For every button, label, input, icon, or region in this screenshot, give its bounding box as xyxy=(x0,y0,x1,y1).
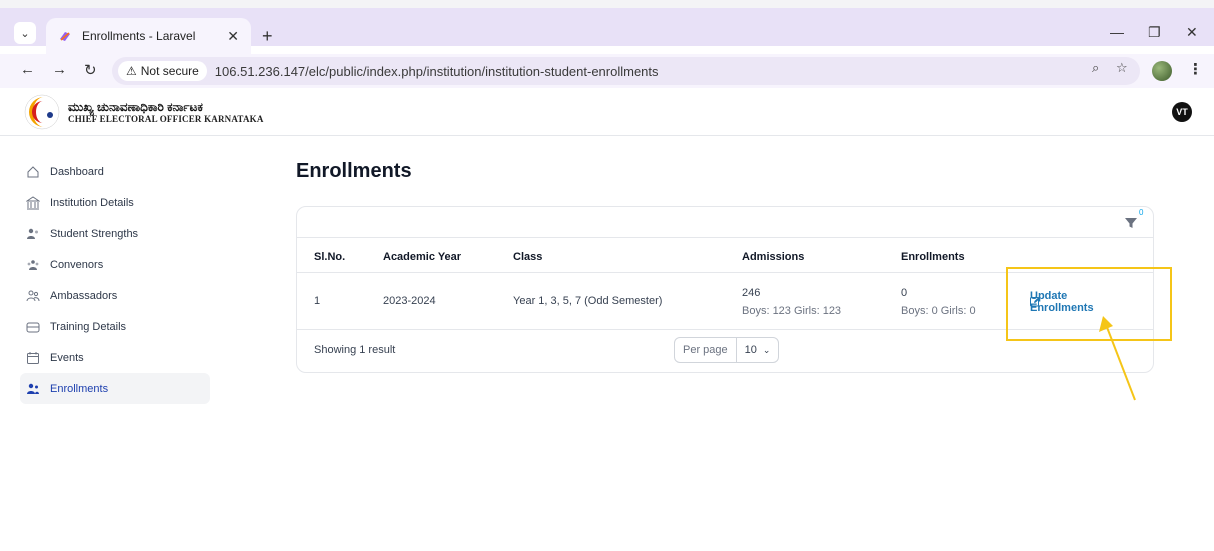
per-page-label: Per page xyxy=(675,338,737,362)
users-active-icon xyxy=(26,382,40,396)
browser-tab-bar: ⌄ Enrollments - Laravel ✕ + — ❐ ✕ xyxy=(0,0,1214,54)
filter-count-badge: 0 xyxy=(1139,208,1144,217)
cell-class: Year 1, 3, 5, 7 (Odd Semester) xyxy=(513,295,663,307)
sidebar-item-label: Events xyxy=(50,351,84,364)
column-header-enrollments[interactable]: Enrollments xyxy=(901,251,965,263)
browser-tab[interactable]: Enrollments - Laravel ✕ xyxy=(46,18,251,54)
per-page-value: 10 xyxy=(744,344,757,356)
column-header-admissions[interactable]: Admissions xyxy=(742,251,804,263)
restore-icon[interactable]: ❐ xyxy=(1148,24,1161,41)
warning-triangle-icon: ⚠ xyxy=(126,64,137,78)
sidebar-item-label: Convenors xyxy=(50,258,104,271)
reload-icon[interactable]: ↻ xyxy=(84,61,97,79)
sidebar-item-ambassadors[interactable]: Ambassadors xyxy=(20,280,210,311)
table-toolbar: 0 xyxy=(297,207,1153,238)
sidebar-nav: Dashboard Institution Details Student St… xyxy=(20,156,210,404)
app-header: ಮುಖ್ಯ ಚುನಾವಣಾಧಿಕಾರಿ ಕರ್ನಾಟಕ CHIEF ELECTO… xyxy=(0,88,1214,136)
security-label: Not secure xyxy=(140,64,199,78)
sidebar-item-training-details[interactable]: Training Details xyxy=(20,311,210,342)
cell-admissions-detail: Boys: 123 Girls: 123 xyxy=(742,305,842,317)
cell-academic-year: 2023-2024 xyxy=(383,295,436,307)
sidebar-item-label: Dashboard xyxy=(50,165,104,178)
bookmark-star-icon[interactable]: ☆ xyxy=(1116,60,1128,76)
security-badge[interactable]: ⚠ Not secure xyxy=(118,61,207,81)
url-text: 106.51.236.147/elc/public/index.php/inst… xyxy=(214,63,659,79)
people-outline-icon xyxy=(26,289,40,303)
forward-arrow-icon[interactable]: → xyxy=(52,61,67,78)
close-tab-icon[interactable]: ✕ xyxy=(227,28,239,45)
cell-slno: 1 xyxy=(314,295,321,307)
building-icon xyxy=(26,195,40,210)
tab-title: Enrollments - Laravel xyxy=(82,29,196,43)
highlight-annotation-box xyxy=(1006,267,1172,341)
brand-english: CHIEF ELECTORAL OFFICER KARNATAKA xyxy=(68,114,264,124)
sidebar-item-label: Ambassadors xyxy=(50,289,118,302)
column-header-academic-year[interactable]: Academic Year xyxy=(383,251,461,263)
sidebar-item-institution-details[interactable]: Institution Details xyxy=(20,187,210,218)
calendar-icon xyxy=(26,351,40,365)
browser-profile-avatar[interactable] xyxy=(1152,61,1172,81)
sidebar-item-events[interactable]: Events xyxy=(20,342,210,373)
url-input[interactable]: ⚠ Not secure 106.51.236.147/elc/public/i… xyxy=(112,57,1140,85)
tab-search-button[interactable]: ⌄ xyxy=(14,22,36,44)
new-tab-button[interactable]: + xyxy=(262,26,273,47)
zoom-icon[interactable]: ⌕ xyxy=(1092,60,1099,76)
user-group-icon xyxy=(26,258,40,272)
cell-enrollments-total: 0 xyxy=(901,287,908,299)
browser-menu-icon[interactable]: ⋮ xyxy=(1188,60,1203,78)
pagination-summary: Showing 1 result xyxy=(314,344,396,356)
sidebar-item-student-strengths[interactable]: Student Strengths xyxy=(20,218,210,249)
column-header-slno[interactable]: Sl.No. xyxy=(314,251,345,263)
back-arrow-icon[interactable]: ← xyxy=(20,61,35,78)
annotation-arrow-icon xyxy=(1099,316,1136,401)
user-avatar[interactable]: VT xyxy=(1172,102,1192,122)
sidebar-item-dashboard[interactable]: Dashboard xyxy=(20,156,210,187)
close-window-icon[interactable]: ✕ xyxy=(1186,24,1198,41)
chevron-down-icon: ⌄ xyxy=(762,344,771,355)
sidebar-item-convenors[interactable]: Convenors xyxy=(20,249,210,280)
minimize-icon[interactable]: — xyxy=(1110,24,1124,40)
page-title: Enrollments xyxy=(296,160,412,182)
cell-admissions-total: 246 xyxy=(742,287,761,299)
ceo-karnataka-logo xyxy=(24,94,60,130)
column-header-class[interactable]: Class xyxy=(513,251,542,263)
per-page-select[interactable]: Per page 10 ⌄ xyxy=(674,337,780,363)
sidebar-item-label: Student Strengths xyxy=(50,227,139,240)
sidebar-item-label: Training Details xyxy=(50,320,127,333)
filter-icon[interactable] xyxy=(1124,216,1138,230)
users-icon xyxy=(26,227,40,241)
home-icon xyxy=(26,165,40,179)
cell-enrollments-detail: Boys: 0 Girls: 0 xyxy=(901,305,976,317)
training-icon xyxy=(26,320,40,334)
sidebar-item-label: Enrollments xyxy=(50,382,109,395)
sidebar-item-enrollments[interactable]: Enrollments xyxy=(20,373,210,404)
brand-kannada: ಮುಖ್ಯ ಚುನಾವಣಾಧಿಕಾರಿ ಕರ್ನಾಟಕ xyxy=(68,100,203,114)
sidebar-item-label: Institution Details xyxy=(50,196,134,209)
laravel-favicon-icon xyxy=(60,32,70,41)
address-bar-row: ← → ↻ ⚠ Not secure 106.51.236.147/elc/pu… xyxy=(0,54,1214,88)
